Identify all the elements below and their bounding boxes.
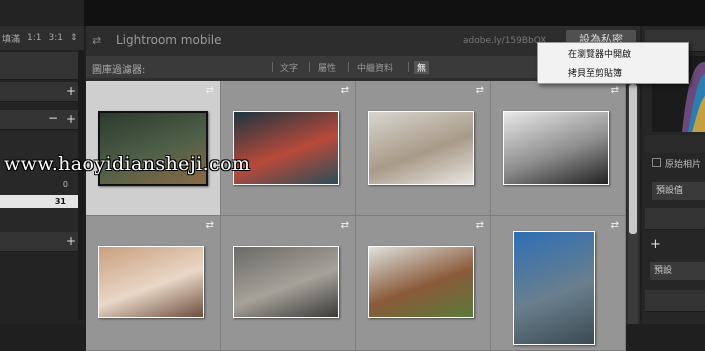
selected-count-row[interactable]: 31 <box>0 195 78 208</box>
grid-cell[interactable]: ⇄ <box>491 216 626 351</box>
filter-tab-text[interactable]: 文字 <box>280 61 298 74</box>
publish-collection-title: Lightroom mobile <box>116 33 222 47</box>
window-top-strip <box>0 0 705 26</box>
preset-select-secondary[interactable]: 預設 <box>650 262 705 280</box>
sync-status-icon: ⇄ <box>610 85 619 96</box>
sync-status-icon: ⇄ <box>610 220 619 231</box>
publish-sync-icon: ⇄ <box>92 34 102 47</box>
left-panel-scrollbar[interactable] <box>78 50 84 320</box>
filter-divider <box>408 62 409 72</box>
original-photo-label: 原始相片 <box>665 160 702 170</box>
menu-item-copy-to-clipboard[interactable]: 拷貝至剪貼簿 <box>568 66 622 79</box>
grid-scrollbar-thumb[interactable] <box>629 84 637 234</box>
library-filter-label: 圖庫過濾器: <box>92 65 146 76</box>
sync-status-icon: ⇄ <box>205 85 214 96</box>
grid-cell[interactable]: ⇄ <box>86 216 221 351</box>
sync-status-icon: ⇄ <box>475 85 484 96</box>
phone-beach-photo[interactable] <box>98 246 204 318</box>
menu-item-open-in-browser[interactable]: 在瀏覽器中開啟 <box>568 47 631 60</box>
sync-status-icon: ⇄ <box>340 85 349 96</box>
watermark-text: www.haoyidiansheji.com <box>4 153 251 175</box>
minus-icon[interactable]: − <box>48 111 58 125</box>
sync-status-icon: ⇄ <box>475 220 484 231</box>
count-value: 0 <box>62 180 68 189</box>
add-preset-icon[interactable]: + <box>650 237 661 252</box>
grid-cell[interactable]: ⇄ <box>491 81 626 216</box>
city-street-photo[interactable] <box>368 111 474 185</box>
right-panel-section <box>645 208 705 230</box>
zoom-fill-option[interactable]: 填滿 <box>2 32 20 45</box>
context-menu: 在瀏覽器中開啟 拷貝至剪貼簿 <box>537 42 689 84</box>
add-icon[interactable]: + <box>66 112 76 126</box>
original-photo-checkbox[interactable] <box>652 158 661 167</box>
filter-tab-none[interactable]: 無 <box>414 61 430 74</box>
share-url[interactable]: adobe.ly/159BbOX <box>463 36 546 46</box>
photo-grid: ⇄ ⇄ ⇄ ⇄ ⇄ ⇄ ⇄ ⇄ <box>86 81 626 351</box>
add-publish-service-icon[interactable]: + <box>66 234 76 248</box>
sync-status-icon: ⇄ <box>205 220 214 231</box>
sync-status-icon: ⇄ <box>340 220 349 231</box>
add-collection-icon[interactable]: + <box>66 84 76 98</box>
left-panel-section-header[interactable]: − + <box>0 110 84 130</box>
grid-cell[interactable]: ⇄ <box>356 81 491 216</box>
zoom-1-1-option[interactable]: 1:1 <box>27 33 41 43</box>
city-aerial-photo[interactable] <box>233 246 339 318</box>
filter-divider <box>348 62 349 72</box>
field-photo[interactable] <box>368 246 474 318</box>
left-panel-section-header[interactable]: + <box>0 82 84 102</box>
grid-cell[interactable]: ⇄ <box>221 216 356 351</box>
mountain-photo[interactable] <box>513 231 595 345</box>
filter-divider <box>309 62 310 72</box>
grid-cell[interactable]: ⇄ <box>356 216 491 351</box>
right-panel-section <box>645 290 705 312</box>
filter-tab-attribute[interactable]: 屬性 <box>318 61 336 74</box>
grid-cell[interactable]: ⇄ <box>86 81 221 216</box>
preset-select[interactable]: 預設值 <box>652 182 705 200</box>
grid-cell[interactable]: ⇄ <box>221 81 356 216</box>
filter-tab-metadata[interactable]: 中繼資料 <box>357 61 393 74</box>
zoom-chevron-icon[interactable]: ⇕ <box>70 33 78 43</box>
filter-divider <box>272 62 273 72</box>
zoom-3-1-option[interactable]: 3:1 <box>49 33 63 43</box>
left-panel-section-header[interactable]: + <box>0 232 84 252</box>
left-panel-section <box>0 52 84 80</box>
histogram-info <box>645 135 705 153</box>
zoom-options-row: 填滿 1:1 3:1 ⇕ <box>0 26 84 50</box>
subway-woman-photo[interactable] <box>503 111 609 185</box>
